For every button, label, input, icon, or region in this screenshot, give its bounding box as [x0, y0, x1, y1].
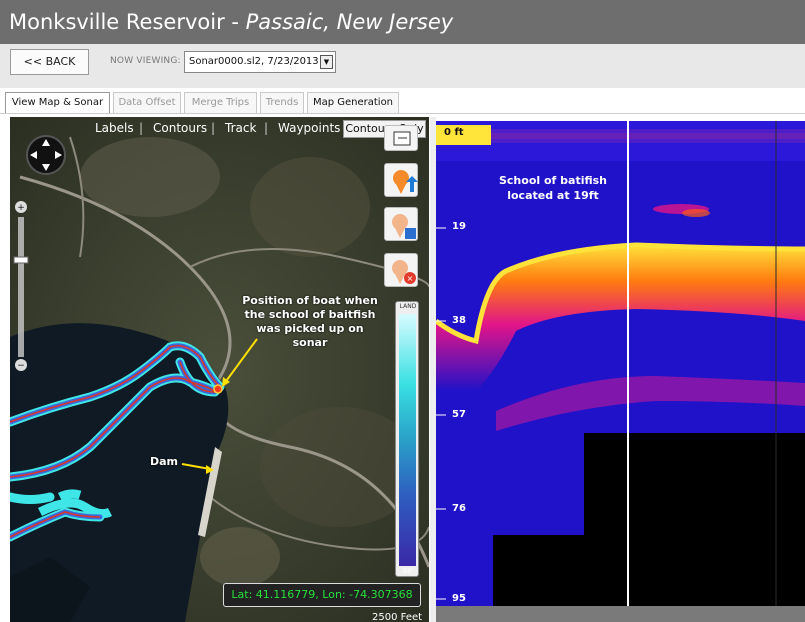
dam-annotation: Dam: [150, 455, 179, 468]
legend-land-label: LAND: [399, 303, 417, 310]
layer-contours[interactable]: Contours: [153, 121, 207, 135]
now-viewing-label: NOW VIEWING:: [110, 56, 181, 66]
depth-label-95: 95: [452, 593, 466, 604]
baitfish-annotation: School of batifish located at 19ft: [498, 174, 608, 202]
file-select-value: Sonar0000.sl2, 7/23/2013: [189, 56, 319, 67]
layer-track[interactable]: Track: [225, 121, 256, 135]
depth-label-0: 0 ft: [444, 127, 464, 138]
svg-text:−: −: [17, 361, 25, 371]
page-title: Monksville Reservoir - Passaic, New Jers…: [0, 0, 805, 44]
sonar-scrollbar[interactable]: [436, 606, 805, 622]
add-waypoint-button[interactable]: [384, 163, 418, 197]
tab-view-map-sonar[interactable]: View Map & Sonar: [5, 92, 110, 113]
toolbar: << BACK NOW VIEWING: Sonar0000.sl2, 7/23…: [0, 44, 805, 88]
boat-position-marker: [213, 384, 223, 394]
tab-trends[interactable]: Trends: [260, 92, 304, 113]
waypoint-delete-icon: ×: [392, 260, 416, 284]
boat-annotation: Position of boat when the school of bait…: [242, 294, 378, 349]
depth-label-76: 76: [452, 503, 466, 514]
layer-waypoints[interactable]: Waypoints: [278, 121, 340, 135]
sonar-view[interactable]: 0 ft 19 38 57 76 95 School of batifish l…: [436, 121, 805, 622]
tab-divider: [0, 113, 805, 114]
layer-labels[interactable]: Labels: [95, 121, 134, 135]
waypoint-upload-icon: [393, 170, 418, 194]
satellite-map: + −: [10, 117, 429, 622]
map-scale: 2500 Feet: [372, 612, 423, 622]
back-button[interactable]: << BACK: [10, 49, 89, 75]
layer-toggle-bar: Labels | Contours | Track | Waypoints Co…: [10, 118, 429, 138]
legend-color-scale: [399, 314, 416, 566]
title-main: Monksville Reservoir -: [9, 10, 246, 34]
title-location: Passaic, New Jersey: [245, 10, 454, 34]
map-view[interactable]: + − Labels | Contours | Track | Waypoint…: [10, 117, 429, 622]
waypoint-save-icon: [392, 214, 416, 239]
chevron-down-icon[interactable]: ▼: [320, 55, 333, 69]
edit-tool-button[interactable]: [384, 125, 418, 151]
file-select[interactable]: Sonar0000.sl2, 7/23/2013 ▼: [184, 51, 336, 73]
svg-text:×: ×: [407, 274, 414, 283]
legend-max-depth: 88': [402, 567, 414, 575]
depth-label-57: 57: [452, 409, 466, 420]
delete-waypoint-button[interactable]: ×: [384, 253, 418, 287]
coordinate-readout: Lat: 41.116779, Lon: -74.307368: [223, 583, 421, 607]
save-waypoint-button[interactable]: [384, 207, 418, 241]
tab-merge-trips[interactable]: Merge Trips: [184, 92, 257, 113]
depth-label-19: 19: [452, 221, 466, 232]
depth-label-38: 38: [452, 315, 466, 326]
depth-legend: LAND 88': [395, 301, 419, 577]
svg-text:+: +: [17, 203, 25, 213]
tab-map-generation[interactable]: Map Generation: [307, 92, 399, 113]
tab-data-offset[interactable]: Data Offset: [113, 92, 181, 113]
edit-icon: [393, 131, 411, 146]
